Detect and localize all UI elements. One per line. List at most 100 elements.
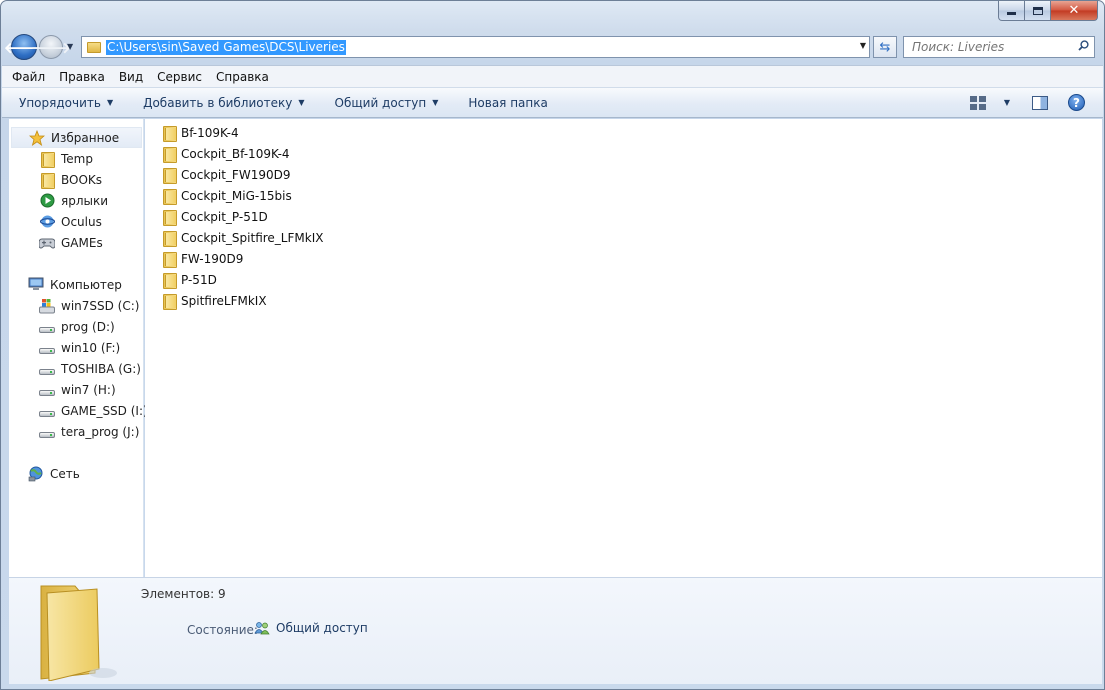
maximize-button[interactable] [1025,1,1051,21]
chevron-down-icon[interactable]: ▼ [860,41,866,50]
menu-edit[interactable]: Правка [59,70,105,84]
nav-item-label: Oculus [61,214,102,229]
list-item[interactable]: Cockpit_Spitfire_LFMkIX [163,227,323,248]
nav-computer[interactable]: Компьютер [28,274,122,295]
organize-label: Упорядочить [19,95,101,110]
file-name: FW-190D9 [181,251,244,266]
gamepad-icon [39,235,55,251]
nav-item-label: win10 (F:) [61,340,121,355]
list-item[interactable]: Cockpit_P-51D [163,206,268,227]
forward-button[interactable]: 🡒 [31,35,71,59]
nav-drive-f[interactable]: win10 (F:) [39,337,120,358]
chevron-down-icon: ▼ [432,98,439,107]
nav-item-label: Temp [61,151,93,166]
maximize-icon [1032,6,1043,15]
search-box[interactable] [903,36,1095,58]
file-name: Cockpit_Bf-109K-4 [181,146,290,161]
list-item[interactable]: Cockpit_FW190D9 [163,164,290,185]
folder-icon [163,209,177,226]
navigation-pane: Избранное Temp BOOKs ярлыки Oculus GAMEs… [9,119,148,577]
command-bar: Упорядочить ▼ Добавить в библиотеку ▼ Общи… [2,87,1103,118]
refresh-icon: ⇆ [879,39,891,55]
nav-drive-i[interactable]: GAME_SSD (I:) [39,400,148,421]
shortcut-icon [39,193,55,209]
list-item[interactable]: Bf-109K-4 [163,122,239,143]
recent-pages-button[interactable]: ▼ [67,42,73,51]
folder-icon [163,230,177,247]
nav-favorites[interactable]: Избранное [11,127,142,148]
nav-computer-label: Компьютер [50,277,122,292]
elements-count: Элементов: 9 [141,587,226,601]
state-label: Состояние: [187,623,258,637]
folder-icon [41,151,55,168]
nav-item-games[interactable]: GAMEs [39,232,103,253]
list-item[interactable]: P-51D [163,269,217,290]
folder-icon [163,293,177,310]
file-name: Bf-109K-4 [181,125,239,140]
help-icon[interactable]: ? [1068,94,1085,111]
list-item[interactable]: Cockpit_Bf-109K-4 [163,143,290,164]
windows-drive-icon [39,298,55,314]
file-name: Cockpit_FW190D9 [181,167,291,182]
share-state-label: Общий доступ [276,621,368,635]
view-controls: ▼ ? [969,94,1085,111]
folder-icon [87,41,101,53]
nav-network-label: Сеть [50,466,80,481]
drive-icon [39,389,55,396]
nav-item-label: GAME_SSD (I:) [61,403,148,418]
menu-file[interactable]: Файл [12,70,45,84]
refresh-button[interactable]: ⇆ [873,36,897,58]
nav-item-label: win7SSD (C:) [61,298,140,313]
nav-item-shortcuts[interactable]: ярлыки [39,190,108,211]
folder-icon [163,146,177,163]
file-name: Cockpit_P-51D [181,209,268,224]
address-bar[interactable]: C:\Users\sin\Saved Games\DCS\Liveries ▼ [81,36,870,58]
nav-drive-h[interactable]: win7 (H:) [39,379,116,400]
list-item[interactable]: FW-190D9 [163,248,243,269]
file-name: P-51D [181,272,217,287]
preview-pane-icon[interactable] [1032,95,1048,110]
folder-icon [163,272,177,289]
computer-icon [28,277,44,293]
nav-item-label: prog (D:) [61,319,115,334]
view-mode-icon[interactable] [969,95,986,110]
address-path[interactable]: C:\Users\sin\Saved Games\DCS\Liveries [106,39,346,55]
minimize-button[interactable] [998,1,1025,21]
search-input[interactable] [912,40,1072,54]
organize-button[interactable]: Упорядочить ▼ [19,96,113,110]
close-button[interactable]: ✕ [1051,1,1098,21]
drive-icon [39,431,55,438]
view-options-dropdown[interactable]: ▼ [1004,98,1010,107]
nav-item-books[interactable]: BOOKs [39,169,102,190]
file-name: Cockpit_MiG-15bis [181,188,292,203]
drive-icon [39,326,55,333]
new-folder-button[interactable]: Новая папка [468,96,547,110]
list-item[interactable]: SpitfireLFMkIX [163,290,267,311]
menu-tools[interactable]: Сервис [157,70,202,84]
share-state[interactable]: Общий доступ [254,621,368,635]
nav-item-label: TOSHIBA (G:) [61,361,141,376]
arrow-right-icon: 🡒 [30,38,72,57]
nav-item-label: BOOKs [61,172,103,187]
drive-icon [39,368,55,375]
search-icon[interactable] [1078,40,1089,51]
menu-view[interactable]: Вид [119,70,143,84]
network-icon [28,466,44,482]
share-button[interactable]: Общий доступ ▼ [335,96,439,110]
nav-network[interactable]: Сеть [28,463,80,484]
list-item[interactable]: Cockpit_MiG-15bis [163,185,292,206]
caption-buttons: ✕ [998,1,1098,21]
folder-icon [163,188,177,205]
nav-drive-c[interactable]: win7SSD (C:) [39,295,139,316]
large-folder-icon [40,585,117,681]
menu-help[interactable]: Справка [216,70,269,84]
chevron-down-icon: ▼ [298,98,305,107]
nav-drive-d[interactable]: prog (D:) [39,316,115,337]
nav-item-temp[interactable]: Temp [39,148,93,169]
add-to-library-button[interactable]: Добавить в библиотеку ▼ [143,96,304,110]
nav-drive-g[interactable]: TOSHIBA (G:) [39,358,141,379]
users-icon [254,621,270,635]
file-name: SpitfireLFMkIX [181,293,267,308]
nav-drive-j[interactable]: tera_prog (J:) [39,421,139,442]
nav-item-oculus[interactable]: Oculus [39,211,102,232]
